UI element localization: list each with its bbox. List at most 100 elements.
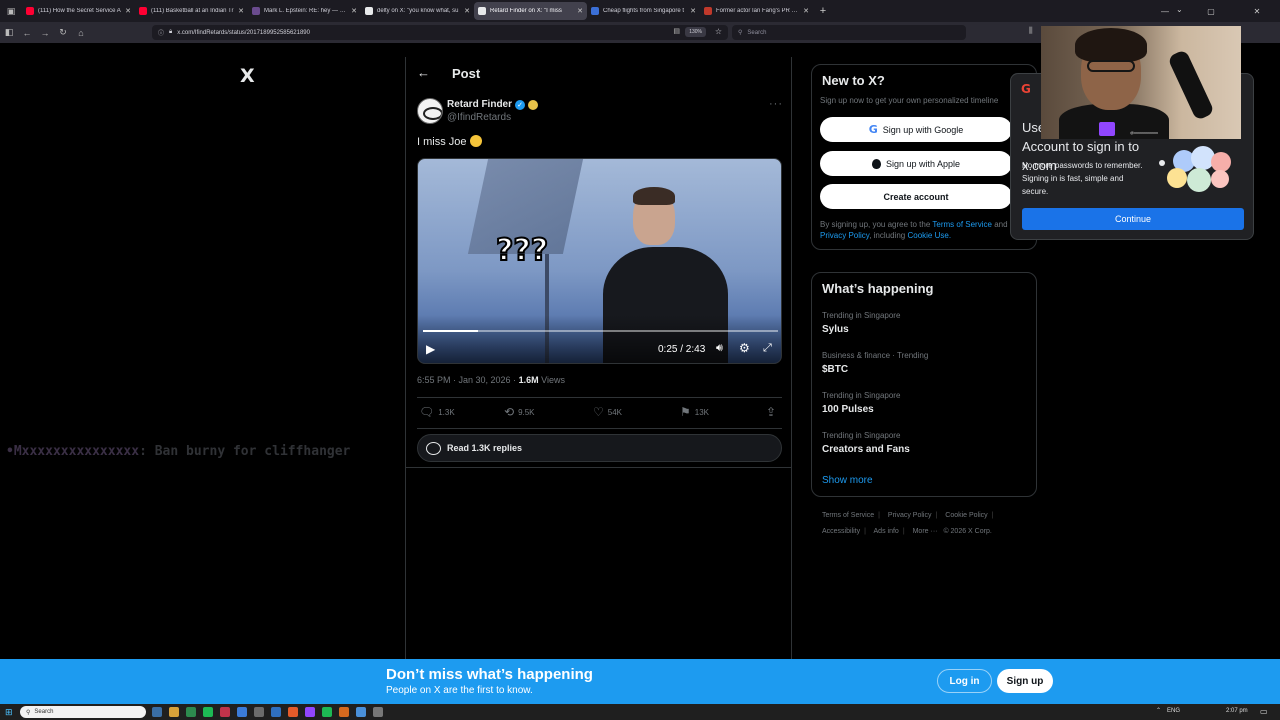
trend-item[interactable]: Trending in Singapore Sylus (822, 311, 900, 335)
browser-tab[interactable]: Mark L. Epstein: RE: hey — Eps ✕ (248, 2, 361, 20)
app-icon[interactable] (220, 707, 230, 717)
footer-link-cookie[interactable]: Cookie Policy (945, 512, 987, 519)
window-menu-icon[interactable]: ▣ (0, 0, 22, 22)
footer-link-privacy[interactable]: Privacy Policy (888, 512, 932, 519)
trend-item[interactable]: Trending in Singapore Creators and Fans (822, 431, 910, 455)
search-bar[interactable]: ⚲ Search (732, 25, 966, 40)
show-more-link[interactable]: Show more (822, 475, 873, 486)
site-info-icon[interactable]: ⓘ (158, 28, 164, 37)
address-bar[interactable]: ⓘ 🔒︎ x.com/IfindRetards/status/201718995… (152, 25, 728, 40)
bookmark-button[interactable]: ⚑ 13K (680, 405, 709, 419)
sidebar-toggle-icon[interactable]: ◧ (0, 27, 18, 38)
sign-up-apple-button[interactable]: Sign up with Apple (820, 151, 1012, 176)
app-icon[interactable] (254, 707, 264, 717)
footer-link-terms[interactable]: Terms of Service (822, 512, 874, 519)
privacy-link[interactable]: Privacy Policy (820, 231, 869, 240)
spotify-icon[interactable] (203, 707, 213, 717)
app-icon[interactable] (322, 707, 332, 717)
settings-gear-icon[interactable]: ⚙ (739, 341, 750, 355)
taskbar-clock[interactable]: 2:07 pm (1226, 708, 1248, 714)
tab-close-icon[interactable]: ✕ (238, 7, 244, 15)
close-window-icon[interactable]: ✕ (1234, 7, 1280, 16)
app-icon[interactable] (339, 707, 349, 717)
zoom-indicator[interactable]: 130% (685, 27, 706, 37)
post-header: ← Post (406, 57, 791, 90)
tab-close-icon[interactable]: ✕ (577, 7, 583, 15)
login-button[interactable]: Log in (937, 669, 992, 693)
footer-link-accessibility[interactable]: Accessibility (822, 528, 860, 535)
cookie-link[interactable]: Cookie Use. (907, 231, 951, 240)
tray-chevron-icon[interactable]: ⌃ (1156, 707, 1161, 714)
windows-start-icon[interactable]: ⊞ (5, 707, 13, 718)
browser-tab[interactable]: delty on X: "you know what, su ✕ (361, 2, 474, 20)
reader-view-icon[interactable]: ▤ (673, 27, 680, 35)
forward-icon[interactable]: → (36, 28, 54, 38)
language-indicator[interactable]: ENG (1167, 708, 1180, 714)
avatar[interactable] (417, 98, 443, 124)
app-icon[interactable] (373, 707, 383, 717)
like-button[interactable]: ♡ 54K (593, 405, 622, 419)
author-handle[interactable]: @IfindRetards (447, 112, 511, 123)
tab-close-icon[interactable]: ✕ (351, 7, 357, 15)
sign-up-google-button[interactable]: G Sign up with Google (820, 117, 1012, 142)
new-tab-icon[interactable]: + (813, 5, 833, 17)
browser-tab[interactable]: Former actor Ian Fang's PR star ✕ (700, 2, 813, 20)
video-progress-bar[interactable] (423, 330, 778, 332)
post-timestamp[interactable]: 6:55 PM · Jan 30, 2026 · (417, 375, 516, 385)
x-logo-icon[interactable]: X (240, 65, 255, 87)
video-progress-fill (423, 330, 478, 332)
taskbar-apps (152, 707, 383, 717)
author-name-row[interactable]: Retard Finder ✓ (447, 99, 539, 110)
minimize-icon[interactable]: — (1142, 7, 1188, 16)
reply-button[interactable]: 🗨︎ 1.3K (419, 405, 455, 419)
tab-close-icon[interactable]: ✕ (464, 7, 470, 15)
author-name[interactable]: Retard Finder (447, 99, 512, 110)
tab-close-icon[interactable]: ✕ (690, 7, 696, 15)
bookmark-star-icon[interactable]: ☆ (715, 27, 722, 36)
tab-title: delty on X: "you know what, su (377, 8, 459, 14)
app-icon[interactable] (237, 707, 247, 717)
create-account-button[interactable]: Create account (820, 184, 1012, 209)
back-icon[interactable]: ← (18, 28, 36, 38)
video-player[interactable]: ??? ▶ 0:25 / 2:43 🔊︎ ⚙ ⤢ (417, 158, 782, 364)
footer-link-ads-info[interactable]: Ads info (874, 528, 899, 535)
play-icon[interactable]: ▶ (426, 342, 435, 356)
post-actions: 🗨︎ 1.3K ⟲ 9.5K ♡ 54K ⚑ 13K ⇪ (417, 399, 782, 425)
search-icon: ⚲ (26, 709, 31, 716)
terms-link[interactable]: Terms of Service (932, 220, 992, 229)
app-icon[interactable] (356, 707, 366, 717)
app-icon[interactable] (186, 707, 196, 717)
tab-close-icon[interactable]: ✕ (803, 7, 809, 15)
browser-tab-active[interactable]: Retard Finder on X: "I miss ✕ (474, 2, 587, 20)
back-arrow-icon[interactable]: ← (417, 65, 430, 80)
home-icon[interactable]: ⌂ (72, 28, 90, 38)
repost-button[interactable]: ⟲ 9.5K (504, 405, 535, 419)
taskbar-search-box[interactable]: ⚲ Search (20, 706, 146, 718)
task-view-icon[interactable] (152, 707, 162, 717)
notifications-icon[interactable]: ▭ (1260, 707, 1268, 716)
firefox-icon[interactable] (288, 707, 298, 717)
continue-button[interactable]: Continue (1022, 208, 1244, 230)
browser-tab[interactable]: (111) Basketball at an Indian Tr ✕ (135, 2, 248, 20)
library-icon[interactable]: ⫼ (1029, 26, 1033, 36)
url-text[interactable]: x.com/IfindRetards/status/20171899525856… (177, 30, 310, 36)
twitch-app-icon[interactable] (305, 707, 315, 717)
browser-tab[interactable]: Cheap flights from Singapore t ✕ (587, 2, 700, 20)
volume-icon[interactable]: 🔊︎ (716, 342, 723, 355)
tab-favicon-icon (365, 7, 373, 15)
app-icon[interactable] (271, 707, 281, 717)
trend-item[interactable]: Business & finance · Trending $BTC (822, 351, 928, 375)
trend-item[interactable]: Trending in Singapore 100 Pulses (822, 391, 900, 415)
tab-close-icon[interactable]: ✕ (125, 7, 131, 15)
reload-icon[interactable]: ↻ (54, 27, 72, 38)
heart-icon: ♡ (593, 405, 604, 419)
more-options-icon[interactable]: ··· (769, 98, 783, 110)
file-explorer-icon[interactable] (169, 707, 179, 717)
read-replies-button[interactable]: Read 1.3K replies (417, 434, 782, 462)
signup-button[interactable]: Sign up (997, 669, 1053, 693)
fullscreen-icon[interactable]: ⤢ (763, 342, 772, 355)
browser-tab[interactable]: (111) How the Secret Service A ✕ (22, 2, 135, 20)
share-button[interactable]: ⇪ (766, 405, 776, 419)
footer-link-more[interactable]: More ··· (913, 528, 938, 535)
maximize-icon[interactable]: ▢ (1188, 7, 1234, 16)
